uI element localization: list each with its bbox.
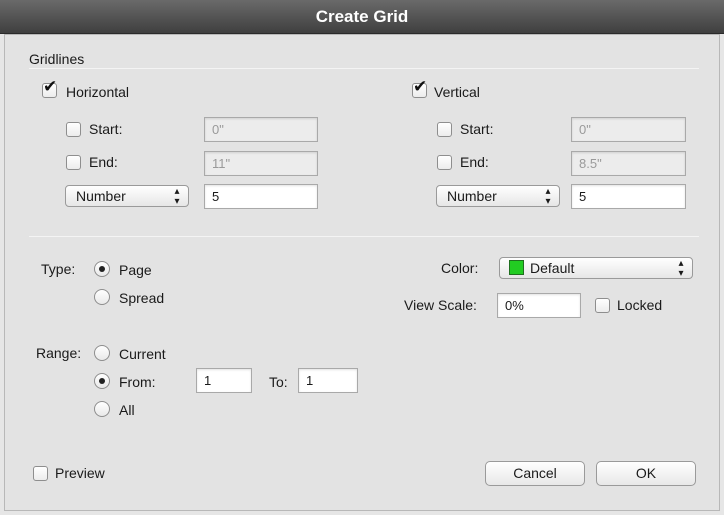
preview-label: Preview: [55, 465, 105, 481]
horizontal-count-field[interactable]: 5: [204, 184, 318, 209]
view-scale-label: View Scale:: [404, 297, 477, 313]
updown-arrows-icon: ▴ ▾: [545, 186, 551, 207]
vertical-count-field[interactable]: 5: [571, 184, 686, 209]
type-spread-label: Spread: [119, 290, 165, 306]
range-to-label: To:: [269, 374, 288, 390]
vertical-start-field[interactable]: 0": [571, 117, 686, 142]
horizontal-end-checkbox[interactable]: [66, 155, 81, 170]
updown-arrows-icon: ▴ ▾: [678, 258, 684, 279]
horizontal-end-field[interactable]: 11": [204, 151, 318, 176]
range-label: Range:: [36, 345, 82, 361]
vertical-end-checkbox[interactable]: [437, 155, 452, 170]
cancel-button[interactable]: Cancel: [485, 461, 585, 486]
horizontal-start-checkbox[interactable]: [66, 122, 81, 137]
range-all-radio[interactable]: [94, 401, 110, 417]
window-title: Create Grid: [315, 7, 409, 26]
section-divider: [29, 236, 699, 237]
updown-arrows-icon: ▴ ▾: [174, 186, 180, 207]
vertical-mode-select[interactable]: Number ▴ ▾: [436, 185, 560, 207]
horizontal-checkbox[interactable]: ✔: [42, 78, 57, 98]
horizontal-label: Horizontal: [66, 84, 130, 100]
checkmark-icon: ✔: [413, 77, 428, 96]
color-select-value: Default: [530, 260, 575, 276]
vertical-checkbox[interactable]: ✔: [412, 78, 427, 98]
type-label: Type:: [41, 261, 76, 277]
checkmark-icon: ✔: [43, 77, 58, 96]
type-page-label: Page: [119, 262, 152, 278]
type-spread-radio[interactable]: [94, 289, 110, 305]
locked-checkbox[interactable]: [595, 298, 610, 313]
range-to-field[interactable]: 1: [298, 368, 358, 393]
ok-button[interactable]: OK: [596, 461, 696, 486]
range-from-radio[interactable]: [94, 373, 110, 389]
vertical-start-checkbox[interactable]: [437, 122, 452, 137]
window-title-bar: Create Grid: [0, 0, 724, 34]
radio-selected-dot: [99, 266, 105, 272]
range-from-label: From:: [119, 374, 156, 390]
range-from-field[interactable]: 1: [196, 368, 252, 393]
dialog-panel: Gridlines ✔ Horizontal Start: 0" End: 11…: [4, 34, 720, 511]
range-current-label: Current: [119, 346, 166, 362]
vertical-mode-select-value: Number: [447, 188, 497, 204]
color-swatch: [509, 260, 524, 275]
radio-selected-dot: [99, 378, 105, 384]
preview-checkbox[interactable]: [33, 466, 48, 481]
vertical-end-label: End:: [460, 154, 489, 170]
color-select[interactable]: Default ▴ ▾: [499, 257, 693, 279]
locked-label: Locked: [617, 297, 663, 313]
gridlines-section-label: Gridlines: [29, 51, 85, 67]
horizontal-start-label: Start:: [89, 121, 123, 137]
horizontal-start-field[interactable]: 0": [204, 117, 318, 142]
type-page-radio[interactable]: [94, 261, 110, 277]
range-current-radio[interactable]: [94, 345, 110, 361]
horizontal-mode-select[interactable]: Number ▴ ▾: [65, 185, 189, 207]
vertical-end-field[interactable]: 8.5": [571, 151, 686, 176]
vertical-label: Vertical: [434, 84, 480, 100]
vertical-start-label: Start:: [460, 121, 494, 137]
horizontal-mode-select-value: Number: [76, 188, 126, 204]
range-all-label: All: [119, 402, 135, 418]
view-scale-field[interactable]: 0%: [497, 293, 581, 318]
color-label: Color:: [441, 260, 479, 276]
gridlines-divider: [29, 68, 699, 69]
horizontal-end-label: End:: [89, 154, 118, 170]
